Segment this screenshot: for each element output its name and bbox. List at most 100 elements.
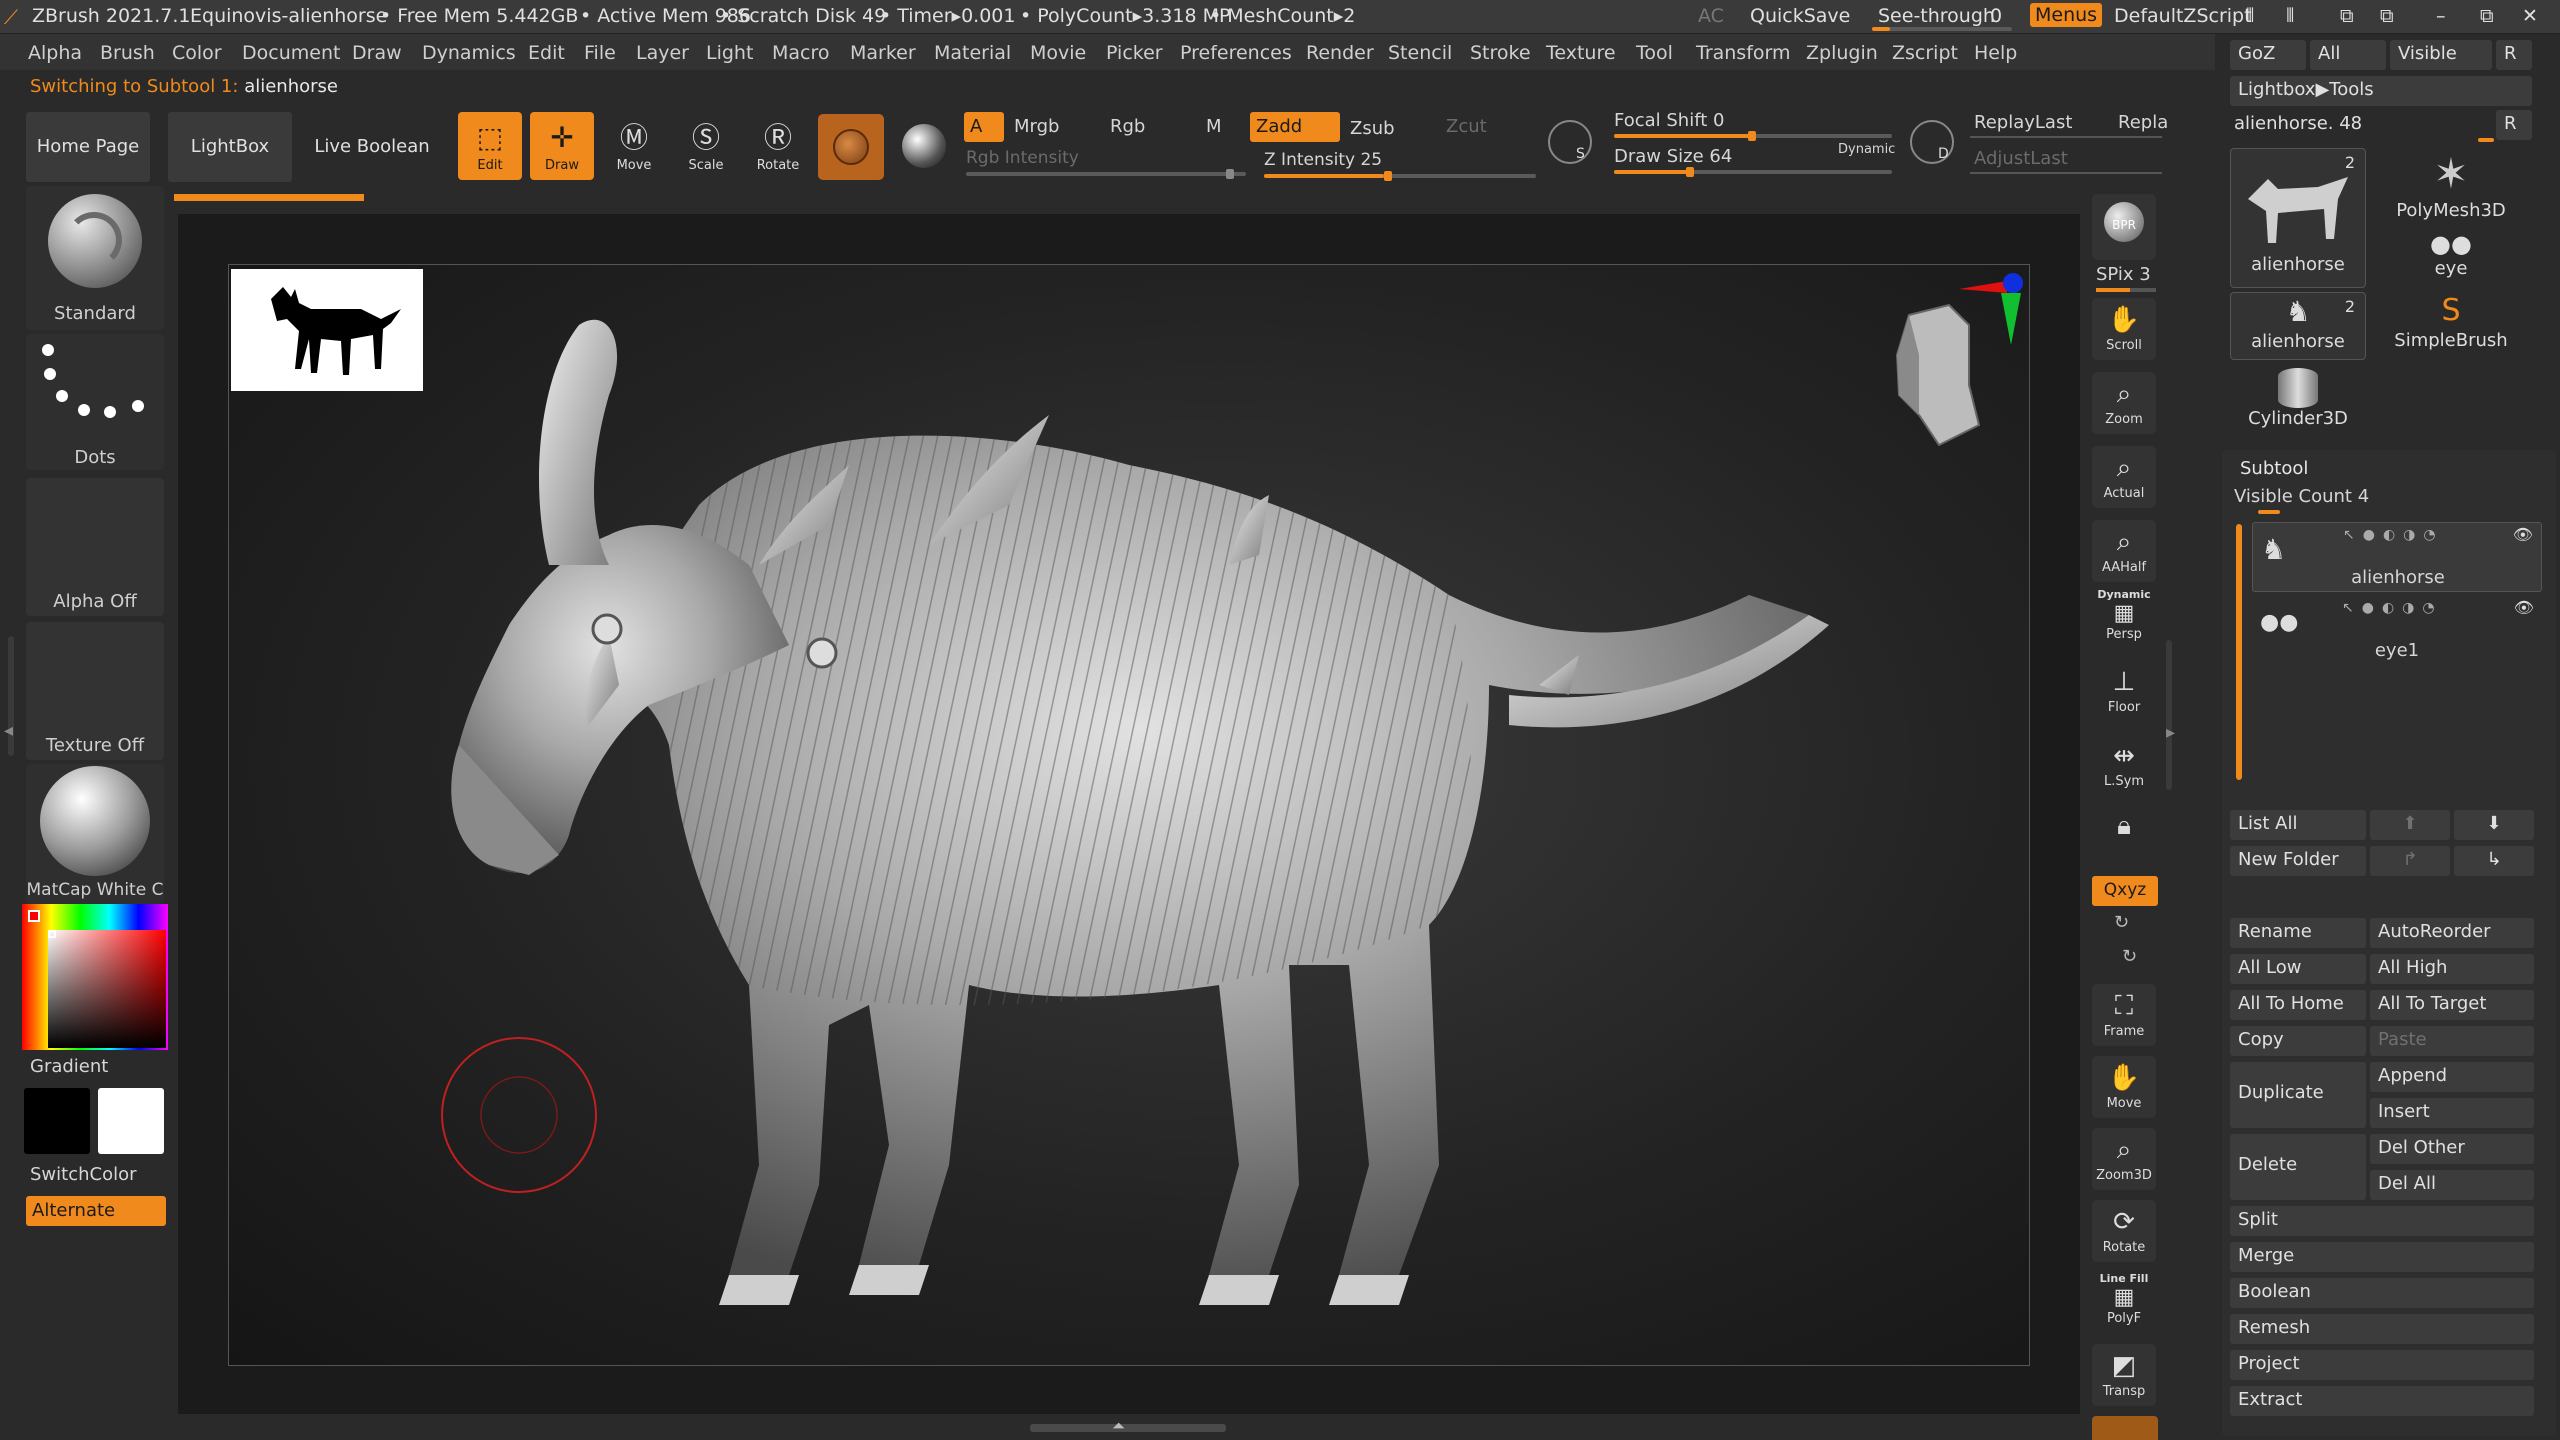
floor-button[interactable]: ⊥ Floor [2092,660,2156,722]
menu-layer[interactable]: Layer [636,42,689,64]
del-other-button[interactable]: Del Other [2370,1134,2534,1164]
move-button[interactable]: Ⓜ Move [602,112,666,180]
del-all-button[interactable]: Del All [2370,1170,2534,1200]
m-toggle[interactable]: M [1206,116,1222,137]
color-sphere-button[interactable] [896,116,952,178]
all-to-home-button[interactable]: All To Home [2230,990,2366,1020]
subtool-mode-icons[interactable]: ↖●◐◑◔ [2343,527,2444,543]
zcut-toggle[interactable]: Zcut [1446,116,1487,137]
append-button[interactable]: Append [2370,1062,2534,1092]
close-icon[interactable]: ✕ [2522,5,2538,27]
edit-button[interactable]: ⬚ Edit [458,112,522,180]
color-picker[interactable] [22,904,168,1050]
all-low-button[interactable]: All Low [2230,954,2366,984]
all-to-target-button[interactable]: All To Target [2370,990,2534,1020]
goz-r-button[interactable]: R [2496,40,2532,70]
duplicate-button[interactable]: Duplicate [2230,1062,2366,1128]
menu-dynamics[interactable]: Dynamics [422,42,516,64]
menu-edit[interactable]: Edit [528,42,565,64]
frame-button[interactable]: ⛶ Frame [2092,984,2156,1046]
color-marker[interactable] [48,930,56,938]
right-tray-handle[interactable] [2166,640,2172,790]
dynamic-toggle[interactable]: Dynamic [1838,142,1895,157]
copy-button[interactable]: Copy [2230,1026,2366,1056]
focal-shift-label[interactable]: Focal Shift 0 [1614,110,1724,131]
right-collapse-icon[interactable]: ▸ [2166,722,2175,743]
quicksave-button[interactable]: QuickSave [1750,5,1850,27]
hue-marker[interactable] [28,910,40,922]
layout-icon[interactable]: ⦀ [2286,5,2295,27]
menu-zscript[interactable]: Zscript [1892,42,1958,64]
spix-track[interactable] [2096,288,2156,292]
adjust-last-button[interactable]: AdjustLast [1974,148,2068,169]
polyf-button[interactable]: Line Fill ▦ PolyF [2092,1270,2156,1332]
z-intensity-knob[interactable] [1384,171,1392,181]
menu-alpha[interactable]: Alpha [28,42,82,64]
lazymouse-d-icon[interactable]: D [1910,120,1954,164]
delete-button[interactable]: Delete [2230,1134,2366,1200]
lock-button[interactable]: 🔒︎ [2092,804,2156,866]
main-color-swatch[interactable] [24,1088,90,1154]
a-toggle[interactable]: A [964,112,1004,142]
visible-count-slider[interactable]: Visible Count 4 [2234,486,2369,507]
tool-eye-thumb[interactable]: ●● eye [2378,230,2524,290]
live-boolean-button[interactable]: Live Boolean [308,112,436,182]
new-folder-button[interactable]: New Folder [2230,846,2366,876]
rename-button[interactable]: Rename [2230,918,2366,948]
actual-button[interactable]: ⌕ Actual [2092,446,2156,508]
rotate-y-icon[interactable]: ↻ [2114,912,2129,933]
bottom-tray-handle[interactable] [1030,1424,1226,1432]
window-switch2-icon[interactable]: ⧉ [2380,5,2394,27]
document-canvas[interactable] [228,264,2030,1366]
all-high-button[interactable]: All High [2370,954,2534,984]
tool-alienhorse-thumb[interactable]: alienhorse 2 [2230,148,2366,288]
zoom3d-button[interactable]: ⌕ Zoom3D [2092,1128,2156,1190]
ghost-button[interactable] [2092,1416,2158,1440]
bpr-button[interactable]: BPR [2092,194,2156,260]
subtool-row-alienhorse[interactable]: ♞ ↖●◐◑◔ 👁︎ alienhorse [2252,522,2542,592]
tool-r-button[interactable]: R [2496,110,2532,140]
zoom-button[interactable]: ⌕ Zoom [2092,372,2156,434]
tool-cylinder3d-thumb[interactable]: Cylinder3D [2230,364,2366,432]
zsub-toggle[interactable]: Zsub [1350,118,1395,139]
subtool-header[interactable]: Subtool [2240,458,2308,479]
switch-color-button[interactable]: SwitchColor [30,1164,137,1185]
xyz-symmetry-toggle[interactable]: Qxyz [2092,876,2158,906]
folder-down-icon[interactable]: ↳ [2454,846,2534,876]
goz-visible-button[interactable]: Visible [2390,40,2492,70]
menu-preferences[interactable]: Preferences [1180,42,1292,64]
move-view-button[interactable]: ✋ Move [2092,1056,2156,1118]
rgb-toggle[interactable]: Rgb [1110,116,1145,137]
menu-material[interactable]: Material [934,42,1011,64]
insert-button[interactable]: Insert [2370,1098,2534,1128]
goz-button[interactable]: GoZ [2230,40,2306,70]
move-up-icon[interactable]: ⬆ [2370,810,2450,840]
menu-document[interactable]: Document [242,42,340,64]
alternate-toggle[interactable]: Alternate [26,1196,166,1226]
list-all-button[interactable]: List All [2230,810,2366,840]
transp-button[interactable]: ◩ Transp [2092,1344,2156,1406]
window-switch-icon[interactable]: ⧉ [2340,5,2354,27]
menu-texture[interactable]: Texture [1546,42,1616,64]
autoreorder-button[interactable]: AutoReorder [2370,918,2534,948]
bottom-expand-icon[interactable]: ⏶ [1112,1416,1125,1436]
home-page-button[interactable]: Home Page [26,112,150,182]
gradient-label[interactable]: Gradient [30,1056,108,1077]
tool-alienhorse2-thumb[interactable]: ♞ alienhorse 2 [2230,292,2366,360]
mrgb-toggle[interactable]: Mrgb [1014,116,1059,137]
menu-brush[interactable]: Brush [100,42,155,64]
scale-button[interactable]: Ⓢ Scale [674,112,738,180]
move-down-icon[interactable]: ⬇ [2454,810,2534,840]
menu-help[interactable]: Help [1974,42,2017,64]
left-collapse-icon[interactable]: ◂ [4,720,13,741]
draw-size-label[interactable]: Draw Size 64 [1614,146,1732,167]
default-zscript[interactable]: DefaultZScript [2114,5,2252,27]
restore-icon[interactable]: ⧉ [2480,5,2494,27]
split-menu[interactable]: Split [2230,1206,2534,1236]
menu-file[interactable]: File [584,42,616,64]
menu-tool[interactable]: Tool [1636,42,1673,64]
lightbox-tools-button[interactable]: Lightbox▶Tools [2230,76,2532,106]
visibility-eye-icon[interactable]: 👁︎ [2514,598,2534,617]
menu-zplugin[interactable]: Zplugin [1806,42,1878,64]
menu-light[interactable]: Light [706,42,753,64]
